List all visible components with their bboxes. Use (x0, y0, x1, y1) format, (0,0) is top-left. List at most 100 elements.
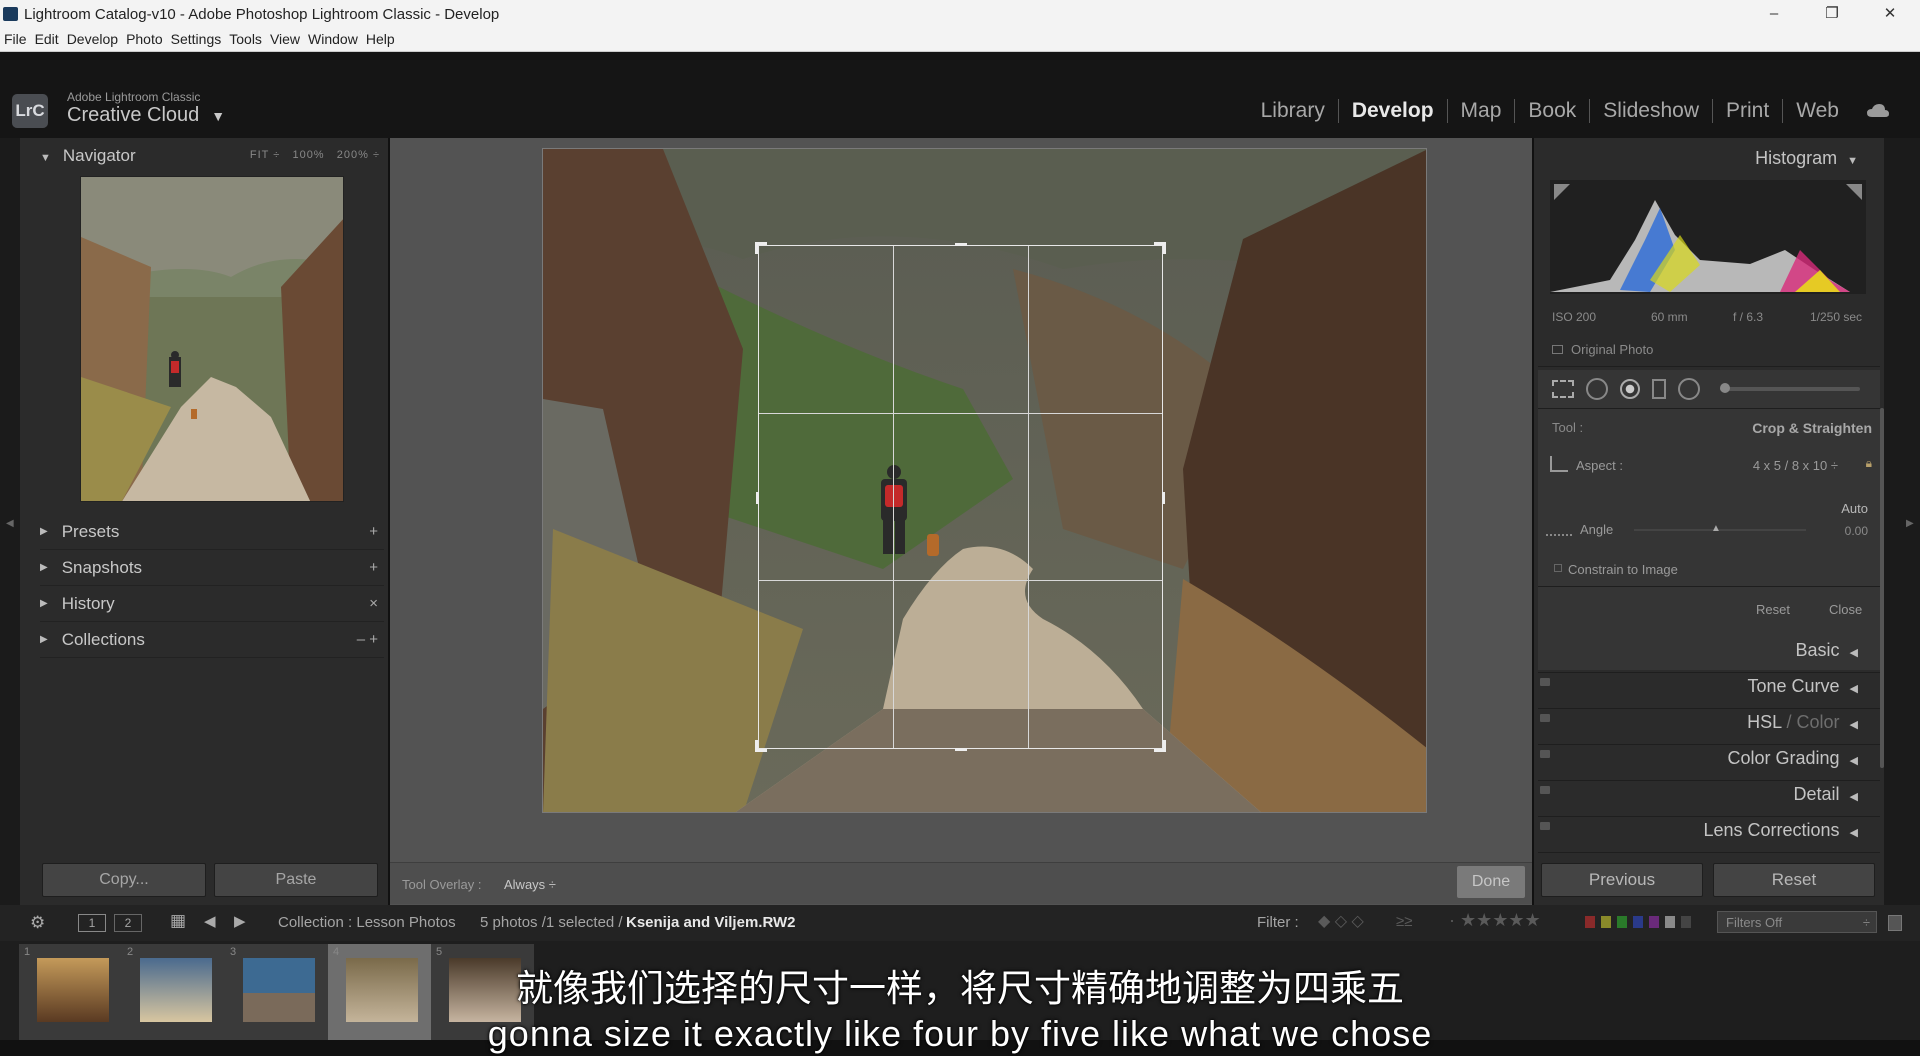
done-button[interactable]: Done (1457, 866, 1525, 898)
add-snapshot-button[interactable]: + (369, 559, 378, 576)
filmstrip-thumb[interactable]: 3 (225, 944, 328, 1040)
reset-button[interactable]: Reset (1713, 863, 1875, 897)
crop-handle-tr[interactable] (1154, 242, 1166, 254)
aspect-select[interactable]: 4 x 5 / 8 x 10 ÷ (1753, 458, 1838, 473)
color-label-blue[interactable] (1633, 916, 1643, 928)
tool-overlay-select[interactable]: Always ÷ (504, 877, 556, 892)
menu-photo[interactable]: Photo (122, 28, 167, 47)
clear-history-button[interactable]: × (369, 595, 378, 612)
crop-handle-tl[interactable] (755, 242, 767, 254)
filmstrip-thumb-selected[interactable]: 4 (328, 944, 431, 1040)
module-slideshow[interactable]: Slideshow (1590, 99, 1713, 123)
crop-handle-left[interactable] (756, 492, 759, 504)
flag-filter-icon[interactable]: ◆ ◇ ◇ (1318, 911, 1364, 931)
main-window-view-button[interactable]: 1 (78, 914, 106, 932)
navigator-preview[interactable] (80, 176, 344, 502)
filmstrip-thumb[interactable]: 1 (19, 944, 122, 1040)
second-window-view-button[interactable]: 2 (114, 914, 142, 932)
hsl-panel-header[interactable]: HSL / Color ◀ (1747, 712, 1858, 733)
menu-settings[interactable]: Settings (167, 28, 226, 47)
module-library[interactable]: Library (1248, 99, 1339, 123)
crop-reset-button[interactable]: Reset (1756, 602, 1790, 617)
rating-operator-icon[interactable]: ≥≥ (1396, 913, 1412, 930)
color-label-red[interactable] (1585, 916, 1595, 928)
secondary-display-icon[interactable]: ⚙ (30, 913, 45, 933)
crop-handle-top[interactable] (955, 243, 967, 246)
paste-button[interactable]: Paste (214, 863, 378, 897)
constrain-checkbox[interactable] (1554, 564, 1562, 572)
color-label-none[interactable] (1681, 916, 1691, 928)
crop-overlay[interactable] (755, 242, 1166, 752)
menu-edit[interactable]: Edit (31, 28, 63, 47)
spot-removal-icon[interactable] (1586, 378, 1608, 400)
color-label-green[interactable] (1617, 916, 1627, 928)
basic-panel-header[interactable]: Basic ◀ (1796, 640, 1858, 661)
shadow-clipping-icon[interactable] (1554, 184, 1570, 200)
current-filename[interactable]: Ksenija and Viljem.RW2 (626, 914, 796, 931)
copy-button[interactable]: Copy... (42, 863, 206, 897)
grid-view-icon[interactable]: ▦ (170, 911, 186, 931)
snapshots-section[interactable]: ▶ Snapshots + (40, 550, 384, 586)
crop-handle-bl[interactable] (755, 740, 767, 752)
star-rating-filter[interactable]: · ★★★★★ (1449, 910, 1541, 931)
identity-plate[interactable]: Creative Cloud ▼ (67, 104, 225, 127)
panel-switch-icon[interactable] (1540, 678, 1550, 686)
collection-actions-button[interactable]: – + (357, 631, 378, 648)
presets-section[interactable]: ▶ Presets + (40, 514, 384, 550)
zoom-fit[interactable]: FIT (250, 149, 269, 161)
menu-tools[interactable]: Tools (225, 28, 266, 47)
add-preset-button[interactable]: + (369, 523, 378, 540)
red-eye-icon[interactable] (1620, 379, 1640, 399)
color-label-yellow[interactable] (1601, 916, 1611, 928)
module-book[interactable]: Book (1515, 99, 1591, 123)
menu-view[interactable]: View (266, 28, 304, 47)
crop-tool-icon[interactable] (1552, 380, 1574, 398)
graduated-filter-icon[interactable] (1652, 379, 1666, 399)
color-grading-panel-header[interactable]: Color Grading ◀ (1727, 748, 1858, 769)
right-panel-scrollbar[interactable] (1880, 408, 1884, 768)
slider-knob[interactable] (1720, 383, 1730, 393)
color-label-custom[interactable] (1665, 916, 1675, 928)
crop-close-button[interactable]: Close (1829, 602, 1862, 617)
auto-straighten-button[interactable]: Auto (1841, 501, 1868, 516)
forward-arrow-icon[interactable]: ▶ (234, 912, 246, 930)
navigator-header[interactable]: ▼ Navigator FIT ÷ 100% 200% ÷ (40, 146, 380, 166)
menu-develop[interactable]: Develop (63, 28, 122, 47)
angle-slider-knob[interactable]: ▲ (1711, 523, 1721, 534)
brush-slider[interactable] (1720, 383, 1860, 393)
collection-source[interactable]: Collection : Lesson Photos (278, 914, 456, 931)
collections-section[interactable]: ▶ Collections – + (40, 622, 384, 658)
panel-switch-icon[interactable] (1540, 750, 1550, 758)
crop-frame-icon[interactable] (1550, 456, 1568, 472)
back-arrow-icon[interactable]: ◀ (204, 912, 216, 930)
previous-button[interactable]: Previous (1541, 863, 1703, 897)
crop-handle-bottom[interactable] (955, 748, 967, 751)
cloud-sync-icon[interactable] (1866, 103, 1890, 119)
zoom-100[interactable]: 100% (292, 149, 324, 161)
module-web[interactable]: Web (1783, 99, 1852, 123)
module-develop[interactable]: Develop (1339, 99, 1448, 123)
module-print[interactable]: Print (1713, 99, 1784, 123)
tone-curve-panel-header[interactable]: Tone Curve ◀ (1747, 676, 1858, 697)
detail-panel-header[interactable]: Detail ◀ (1794, 784, 1859, 805)
highlight-clipping-icon[interactable] (1846, 184, 1862, 200)
histogram-header[interactable]: Histogram ▼ (1755, 148, 1858, 169)
close-button[interactable]: ✕ (1868, 2, 1912, 26)
lock-icon[interactable]: 🔒︎ (1866, 456, 1872, 471)
minimize-button[interactable]: – (1752, 2, 1796, 26)
filmstrip-options-icon[interactable] (1888, 915, 1902, 931)
panel-switch-icon[interactable] (1540, 714, 1550, 722)
filter-preset-select[interactable]: Filters Off ÷ (1717, 911, 1877, 933)
maximize-button[interactable]: ❐ (1810, 2, 1854, 26)
history-section[interactable]: ▶ History × (40, 586, 384, 622)
straighten-tool-icon[interactable] (1546, 522, 1572, 536)
panel-switch-icon[interactable] (1540, 786, 1550, 794)
zoom-200[interactable]: 200% (337, 149, 369, 161)
panel-switch-icon[interactable] (1540, 822, 1550, 830)
menu-window[interactable]: Window (304, 28, 362, 47)
histogram[interactable] (1550, 180, 1866, 294)
original-photo-toggle[interactable]: Original Photo (1552, 342, 1653, 357)
menu-file[interactable]: File (0, 28, 31, 47)
lens-corrections-panel-header[interactable]: Lens Corrections ◀ (1703, 820, 1858, 841)
radial-filter-icon[interactable] (1678, 378, 1700, 400)
